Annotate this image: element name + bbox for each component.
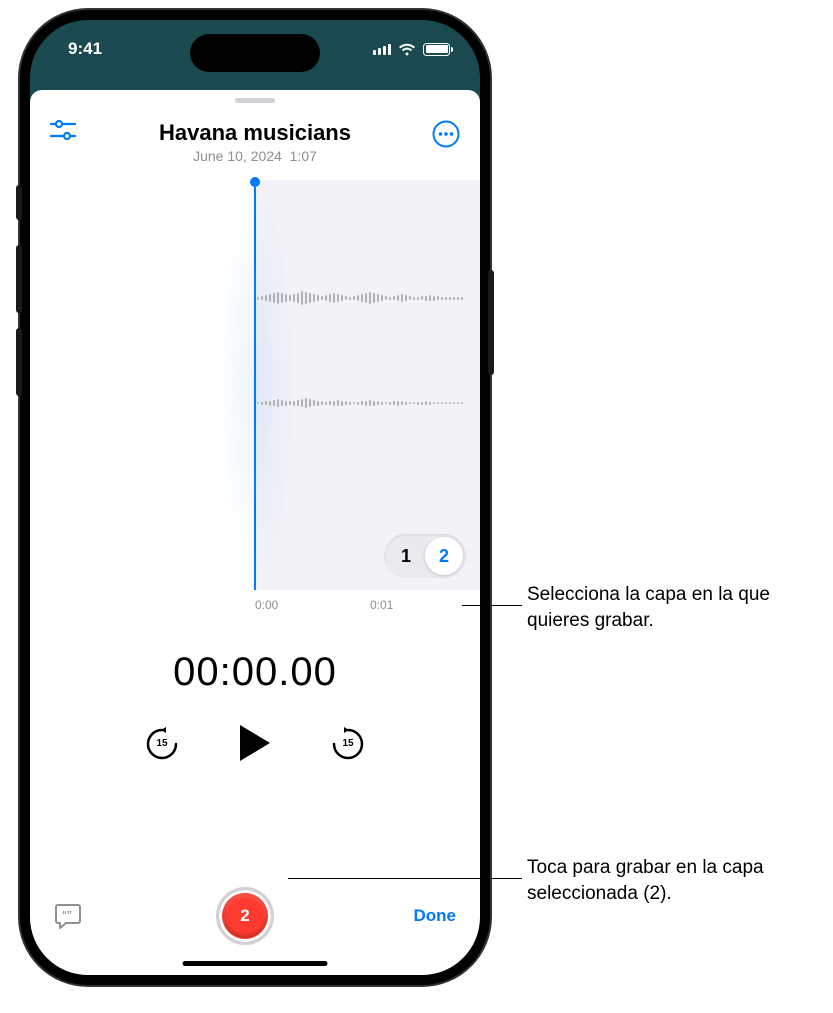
dynamic-island: [190, 34, 320, 72]
sheet-grabber[interactable]: [235, 98, 275, 103]
skip-forward-button[interactable]: 15: [330, 725, 366, 761]
playback-settings-button[interactable]: [50, 120, 76, 140]
waveform-track-1: [255, 285, 480, 311]
waveform-track-2: [255, 390, 480, 416]
status-indicators: [373, 43, 450, 56]
callout-line: [462, 605, 522, 606]
playhead[interactable]: [254, 180, 256, 590]
recording-sheet: Havana musicians June 10, 2024 1:07: [30, 90, 480, 975]
record-button[interactable]: 2: [216, 887, 274, 945]
recording-title[interactable]: Havana musicians: [90, 120, 420, 146]
time-marker: 0:01: [370, 598, 393, 612]
callout-line: [288, 878, 522, 879]
skip-back-button[interactable]: 15: [144, 725, 180, 761]
layer-2-button[interactable]: 2: [425, 537, 463, 575]
layer-1-button[interactable]: 1: [387, 537, 425, 575]
skip-forward-label: 15: [342, 738, 353, 749]
bottom-bar: “” 2 Done: [30, 887, 480, 945]
recording-duration: 1:07: [290, 148, 317, 164]
wifi-icon: [398, 43, 416, 56]
header: Havana musicians June 10, 2024 1:07: [30, 108, 480, 172]
recording-meta: June 10, 2024 1:07: [90, 148, 420, 164]
home-indicator[interactable]: [183, 961, 328, 966]
recording-date: June 10, 2024: [193, 148, 282, 164]
battery-icon: [423, 43, 450, 56]
callout-record-button: Toca para grabar en la capa seleccionada…: [527, 855, 827, 906]
waveform-area[interactable]: 0:00 0:01 0:0 1 2: [30, 180, 480, 620]
power-button: [488, 270, 494, 375]
volume-down-button: [16, 328, 22, 396]
status-time: 9:41: [68, 39, 102, 59]
transcript-button[interactable]: “”: [54, 903, 94, 929]
svg-text:“”: “”: [62, 910, 72, 921]
phone-screen: 9:41: [30, 20, 480, 975]
layer-selector[interactable]: 1 2: [384, 534, 466, 578]
more-options-button[interactable]: [432, 120, 460, 148]
timer: 00:00.00: [30, 650, 480, 695]
phone-frame: 9:41: [20, 10, 490, 985]
play-button[interactable]: [238, 723, 272, 763]
playback-controls: 15 15: [30, 723, 480, 763]
cellular-icon: [373, 43, 391, 55]
timeline: 0:00 0:01 0:0: [255, 598, 480, 612]
side-button: [16, 185, 22, 220]
skip-back-label: 15: [156, 738, 167, 749]
callout-layer-selector: Selecciona la capa en la que quieres gra…: [527, 582, 817, 633]
record-layer-badge: 2: [223, 894, 267, 938]
done-button[interactable]: Done: [396, 906, 456, 926]
volume-up-button: [16, 245, 22, 313]
